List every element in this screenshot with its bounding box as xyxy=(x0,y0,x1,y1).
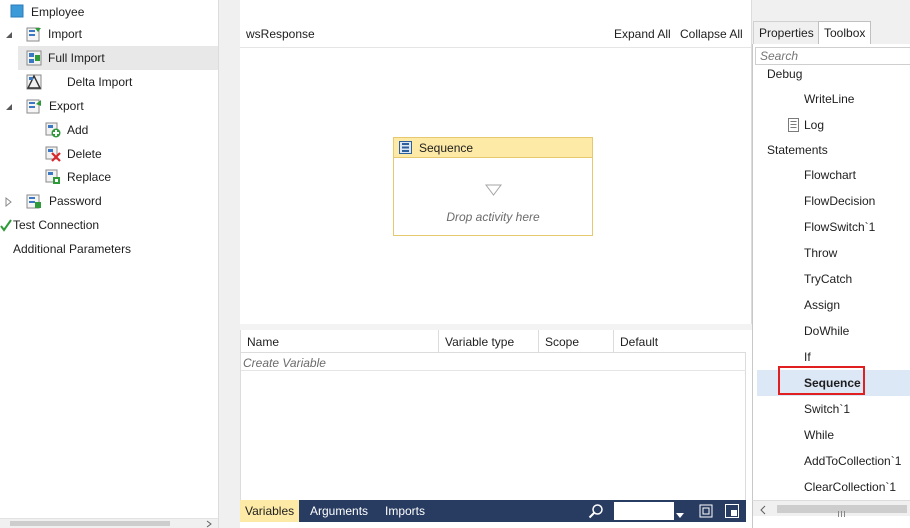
toolbox-item-trycatch[interactable]: TryCatch xyxy=(757,266,910,292)
tree-item-test-connection[interactable]: Test Connection xyxy=(0,213,218,237)
delta-import-icon xyxy=(26,74,42,90)
tree-item-full-import[interactable]: Full Import xyxy=(18,46,218,70)
sequence-activity[interactable]: Sequence Drop activity here xyxy=(393,137,593,236)
tree-item-password[interactable]: Password xyxy=(0,189,218,213)
log-icon xyxy=(786,117,802,133)
create-variable-row[interactable]: Create Variable xyxy=(243,356,326,370)
column-header-scope[interactable]: Scope xyxy=(539,330,614,353)
tree-item-export[interactable]: Export xyxy=(0,94,218,118)
fit-to-screen-icon[interactable] xyxy=(698,503,714,519)
import-icon xyxy=(26,26,42,42)
tab-arguments[interactable]: Arguments xyxy=(305,500,373,522)
operations-tree: Employee Import Full Import Delta Import xyxy=(0,0,218,528)
tree-item-delete[interactable]: Delete xyxy=(0,142,218,166)
toolbox-item-flowchart[interactable]: Flowchart xyxy=(757,162,910,188)
tab-variables[interactable]: Variables xyxy=(240,500,300,522)
tree-item-label: Replace xyxy=(67,170,112,184)
toolbox-horizontal-scrollbar[interactable] xyxy=(752,500,910,517)
workflow-designer-window: Employee Import Full Import Delta Import xyxy=(0,0,910,528)
designer-bottom-bar: Variables Arguments Imports xyxy=(240,500,746,522)
delete-icon xyxy=(45,146,61,162)
object-type-icon xyxy=(10,4,24,18)
tree-item-label: Full Import xyxy=(48,51,105,65)
column-header-default[interactable]: Default xyxy=(614,330,746,353)
tree-item-label: Delete xyxy=(67,147,102,161)
password-icon xyxy=(26,193,42,209)
scroll-left-arrow-icon[interactable] xyxy=(759,504,767,515)
tab-toolbox[interactable]: Toolbox xyxy=(818,21,872,44)
toolbox-item-dowhile[interactable]: DoWhile xyxy=(757,318,910,344)
workflow-designer-canvas: wsResponse Expand All Collapse All Seque… xyxy=(240,0,752,330)
toolbox-item-throw[interactable]: Throw xyxy=(757,240,910,266)
add-icon xyxy=(45,122,61,138)
tab-imports[interactable]: Imports xyxy=(380,500,430,522)
tree-item-employee[interactable]: Employee xyxy=(0,0,218,24)
tree-item-label: Add xyxy=(67,123,89,137)
expand-all-link[interactable]: Expand All xyxy=(614,27,671,41)
tree-item-label: Employee xyxy=(31,5,85,19)
tree-item-add[interactable]: Add xyxy=(0,118,218,142)
collapse-triangle-icon[interactable] xyxy=(4,29,14,39)
toolbox-item-assign[interactable]: Assign xyxy=(757,292,910,318)
scroll-right-arrow-icon[interactable] xyxy=(205,520,213,528)
collapse-all-link[interactable]: Collapse All xyxy=(680,27,743,41)
tree-item-label: Additional Parameters xyxy=(13,242,132,256)
collapse-triangle-icon[interactable] xyxy=(4,101,14,111)
tab-properties[interactable]: Properties xyxy=(753,21,820,44)
toolbox-body: Debug WriteLine Log Statements Flowchart… xyxy=(752,44,910,528)
toolbox-item-if[interactable]: If xyxy=(757,344,910,370)
tree-item-label: Import xyxy=(48,27,83,41)
toolbox-item-clearcollection[interactable]: ClearCollection`1 xyxy=(757,474,910,500)
variables-grid: Name Variable type Scope Default Create … xyxy=(240,330,746,520)
tree-item-label: Password xyxy=(49,194,102,208)
sequence-title: Sequence xyxy=(419,141,474,155)
variables-header-row: Name Variable type Scope Default xyxy=(241,330,746,353)
toolbox-category-statements[interactable]: Statements xyxy=(767,143,828,157)
scrollbar-thumb[interactable] xyxy=(10,521,170,526)
drop-target-arrow-icon xyxy=(485,184,502,196)
right-panel-tabstrip: Properties Toolbox xyxy=(752,0,910,44)
toolbox-item-addtocollection[interactable]: AddToCollection`1 xyxy=(757,448,910,474)
breadcrumb[interactable]: wsResponse xyxy=(246,27,315,41)
tree-item-label: Test Connection xyxy=(13,218,100,232)
splitter[interactable] xyxy=(218,0,240,528)
toolbox-search[interactable] xyxy=(755,47,910,65)
expand-triangle-icon[interactable] xyxy=(4,196,14,208)
toolbox-item-flowdecision[interactable]: FlowDecision xyxy=(757,188,910,214)
scrollbar-grip-icon xyxy=(837,506,847,517)
toolbox-panel: Properties Toolbox Debug WriteLine Log S… xyxy=(752,0,910,528)
toolbox-category-debug[interactable]: Debug xyxy=(767,67,802,81)
tree-item-delta-import[interactable]: Delta Import xyxy=(18,70,218,94)
full-import-icon xyxy=(26,50,42,66)
tree-item-additional-parameters[interactable]: Additional Parameters xyxy=(0,237,218,261)
replace-icon xyxy=(45,169,61,185)
drop-hint: Drop activity here xyxy=(446,210,540,224)
header-divider xyxy=(240,47,751,48)
toolbox-item-writeline[interactable]: WriteLine xyxy=(757,86,910,112)
sequence-icon xyxy=(399,141,412,154)
column-header-name[interactable]: Name xyxy=(241,330,439,353)
tree-item-replace[interactable]: Replace xyxy=(0,165,218,189)
toolbox-search-input[interactable] xyxy=(756,48,910,64)
tree-item-import[interactable]: Import xyxy=(0,22,218,46)
tree-horizontal-scrollbar[interactable] xyxy=(0,518,218,528)
toolbox-item-flowswitch[interactable]: FlowSwitch`1 xyxy=(757,214,910,240)
column-header-variable-type[interactable]: Variable type xyxy=(439,330,539,353)
overview-map-icon[interactable] xyxy=(724,503,740,519)
zoom-magnifier-icon[interactable] xyxy=(588,503,604,519)
toolbox-item-log[interactable]: Log xyxy=(757,112,910,138)
zoom-level-input[interactable] xyxy=(614,502,674,520)
export-icon xyxy=(26,98,42,114)
sequence-header[interactable]: Sequence xyxy=(394,138,592,158)
row-divider xyxy=(241,370,746,371)
tree-item-label: Export xyxy=(49,99,84,113)
tree-item-label: Delta Import xyxy=(67,75,133,89)
toolbox-item-while[interactable]: While xyxy=(757,422,910,448)
chevron-down-icon[interactable] xyxy=(676,508,684,518)
toolbox-item-switch[interactable]: Switch`1 xyxy=(757,396,910,422)
toolbox-item-sequence[interactable]: Sequence xyxy=(757,370,910,396)
